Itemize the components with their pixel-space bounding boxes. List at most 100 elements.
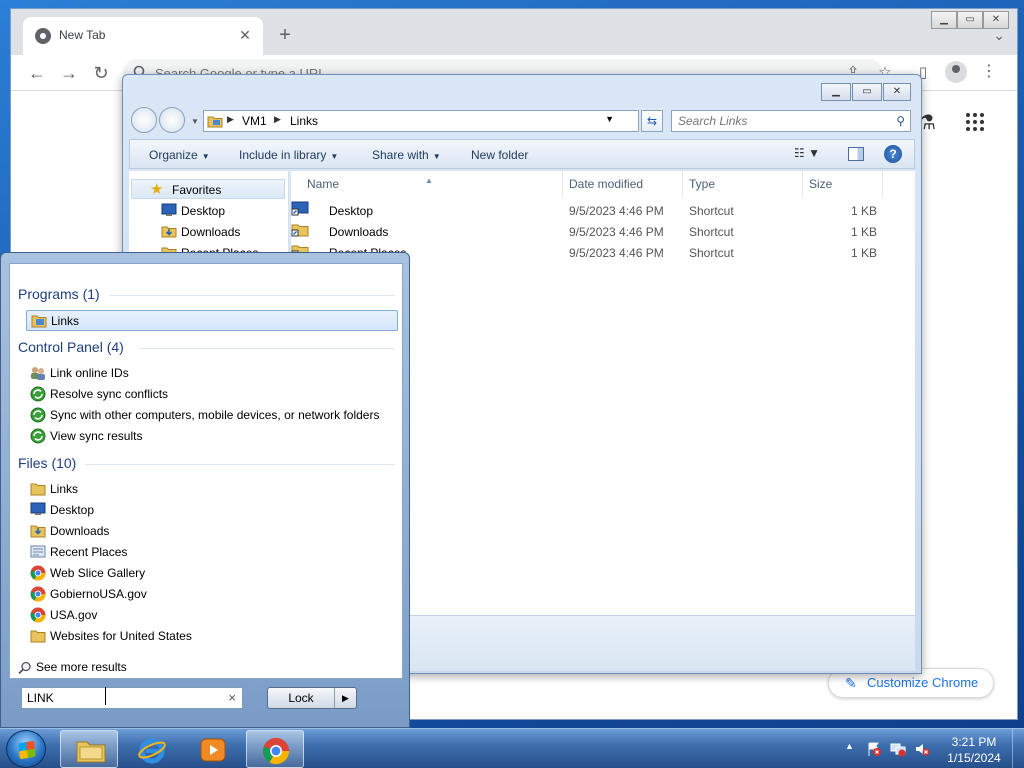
forward-arrow-icon[interactable]: → xyxy=(57,61,81,85)
clear-search-icon[interactable]: × xyxy=(228,690,236,705)
chrome-favicon-icon xyxy=(35,28,51,44)
result-link-online-ids[interactable]: Link online IDs xyxy=(26,363,398,384)
show-hidden-icons-icon[interactable]: ▲ xyxy=(845,741,854,751)
file-type: Shortcut xyxy=(689,225,734,239)
address-dropdown-icon[interactable]: ▼ xyxy=(605,114,614,124)
result-file-gobiernousa[interactable]: GobiernoUSA.gov xyxy=(26,584,398,605)
nav-desktop[interactable]: Desktop xyxy=(129,201,289,221)
breadcrumb-separator-icon[interactable]: ▶ xyxy=(227,114,234,125)
result-file-websites-for-united-states[interactable]: Websites for United States xyxy=(26,626,398,647)
result-label: View sync results xyxy=(50,429,143,443)
column-header-size[interactable]: Size xyxy=(803,171,883,197)
reload-icon[interactable]: ↻ xyxy=(89,61,113,85)
explorer-back-button[interactable] xyxy=(131,107,157,133)
shutdown-options-arrow-icon[interactable]: ▶ xyxy=(334,688,356,708)
tab-close-icon[interactable]: ✕ xyxy=(235,25,255,45)
file-row[interactable]: Desktop 9/5/2023 4:46 PM Shortcut 1 KB xyxy=(291,201,915,222)
explorer-maximize-button[interactable]: ▭ xyxy=(852,83,882,101)
taskbar-internet-explorer[interactable] xyxy=(122,730,180,768)
column-header-type[interactable]: Type xyxy=(683,171,803,197)
taskbar-explorer[interactable] xyxy=(60,730,118,768)
taskbar-chrome[interactable] xyxy=(246,730,304,768)
network-icon[interactable] xyxy=(890,741,906,757)
include-in-library-button[interactable]: Include in library ▼ xyxy=(239,148,338,162)
result-label: Sync with other computers, mobile device… xyxy=(50,408,380,422)
nav-desktop-label: Desktop xyxy=(181,204,226,218)
file-date: 9/5/2023 4:46 PM xyxy=(569,246,664,260)
start-search-input[interactable] xyxy=(27,691,207,705)
column-header-date[interactable]: Date modified xyxy=(563,171,683,197)
explorer-search-box[interactable]: ⚲ xyxy=(671,110,911,132)
chrome-icon xyxy=(30,607,46,623)
chrome-icon xyxy=(30,586,46,602)
result-file-web-slice-gallery[interactable]: Web Slice Gallery xyxy=(26,563,398,584)
taskbar: ▲ 3:21 PM 1/15/2024 xyxy=(0,728,1024,768)
result-file-links[interactable]: Links xyxy=(26,479,398,500)
file-name: Downloads xyxy=(329,225,389,239)
new-tab-button[interactable]: + xyxy=(273,24,297,48)
explorer-close-button[interactable]: ✕ xyxy=(883,83,911,101)
result-file-desktop[interactable]: Desktop xyxy=(26,500,398,521)
lock-button[interactable]: Lock ▶ xyxy=(267,687,357,709)
taskbar-media-player[interactable] xyxy=(184,730,242,768)
result-label: Resolve sync conflicts xyxy=(50,387,169,401)
result-file-usa-gov[interactable]: USA.gov xyxy=(26,605,398,626)
result-sync-with-other-computers[interactable]: Sync with other computers, mobile device… xyxy=(26,405,398,426)
file-name: Desktop xyxy=(329,204,374,218)
nav-downloads[interactable]: Downloads xyxy=(129,222,289,242)
tab-new-tab[interactable]: New Tab ✕ xyxy=(23,17,263,55)
back-arrow-icon[interactable]: ← xyxy=(25,61,49,85)
share-with-button[interactable]: Share with ▼ xyxy=(372,148,441,162)
chrome-icon xyxy=(262,737,290,765)
show-desktop-button[interactable] xyxy=(1012,729,1024,768)
change-view-icon[interactable]: ☷ ▼ xyxy=(794,146,820,160)
start-search-box[interactable]: × xyxy=(21,687,243,709)
address-bar[interactable]: ▶ VM1 ▶ Links ▼ xyxy=(203,110,639,132)
result-file-recent-places[interactable]: Recent Places xyxy=(26,542,398,563)
column-header-name[interactable]: Name ▲ xyxy=(291,171,563,197)
result-view-sync-results[interactable]: View sync results xyxy=(26,426,398,447)
result-resolve-sync-conflicts[interactable]: Resolve sync conflicts xyxy=(26,384,398,405)
breadcrumb-vm1[interactable]: VM1 xyxy=(242,114,267,128)
explorer-minimize-button[interactable]: ▁ xyxy=(821,83,851,101)
maximize-button[interactable]: ▭ xyxy=(957,11,983,29)
downloads-folder-icon xyxy=(30,525,46,538)
action-center-flag-icon[interactable] xyxy=(866,741,882,757)
organize-button[interactable]: Organize ▼ xyxy=(149,148,210,162)
explorer-refresh-button[interactable]: ⇆ xyxy=(641,110,663,132)
nav-favorites[interactable]: ★ Favorites xyxy=(131,179,285,199)
file-size: 1 KB xyxy=(851,204,878,218)
profile-avatar-icon[interactable] xyxy=(945,61,967,83)
explorer-forward-button[interactable] xyxy=(159,107,185,133)
result-label: Websites for United States xyxy=(50,629,192,643)
explorer-search-input[interactable] xyxy=(678,114,878,128)
file-type: Shortcut xyxy=(689,204,734,218)
help-icon[interactable]: ? xyxy=(884,145,902,163)
breadcrumb-separator-icon[interactable]: ▶ xyxy=(274,114,281,125)
minimize-button[interactable]: ▁ xyxy=(931,11,957,29)
tab-search-chevron-icon[interactable]: ⌄ xyxy=(993,27,1005,44)
chrome-menu-icon[interactable]: ⋮ xyxy=(981,61,997,81)
result-file-downloads[interactable]: Downloads xyxy=(26,521,398,542)
files-heading[interactable]: Files (10) xyxy=(18,455,76,471)
file-size: 1 KB xyxy=(851,246,878,260)
system-clock[interactable]: 3:21 PM 1/15/2024 xyxy=(936,734,1012,766)
result-label: GobiernoUSA.gov xyxy=(50,587,147,601)
file-size: 1 KB xyxy=(851,225,878,239)
result-label: Links xyxy=(50,482,79,496)
control-panel-heading[interactable]: Control Panel (4) xyxy=(18,339,124,355)
file-row[interactable]: Downloads 9/5/2023 4:46 PM Shortcut 1 KB xyxy=(291,222,915,243)
chrome-icon xyxy=(30,565,46,581)
recent-pages-chevron-icon[interactable]: ▼ xyxy=(191,117,199,126)
programs-heading[interactable]: Programs (1) xyxy=(18,286,100,302)
column-name-label: Name xyxy=(307,177,340,191)
breadcrumb-links[interactable]: Links xyxy=(290,114,318,128)
new-folder-button[interactable]: New folder xyxy=(471,148,528,162)
media-player-icon xyxy=(200,738,226,762)
command-bar: Organize ▼ Include in library ▼ Share with… xyxy=(129,139,915,169)
google-apps-icon[interactable] xyxy=(966,113,984,131)
start-button[interactable] xyxy=(6,730,46,768)
preview-pane-icon[interactable] xyxy=(848,147,864,161)
volume-muted-icon[interactable] xyxy=(914,741,930,757)
result-program-links[interactable]: Links xyxy=(26,310,398,331)
